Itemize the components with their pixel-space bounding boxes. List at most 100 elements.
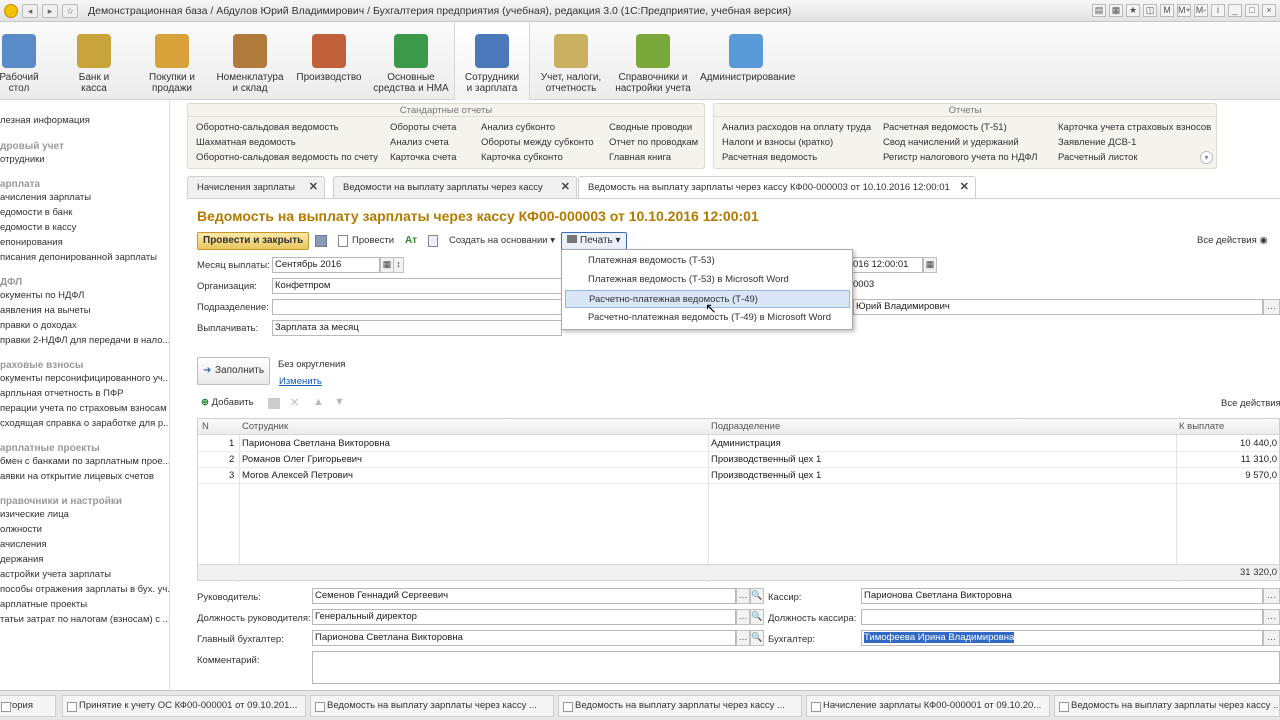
sidebar-item[interactable]: пособы отражения зарплаты в бух. уч... <box>0 582 169 597</box>
date-field[interactable]: 016 12:00:01 <box>851 257 923 273</box>
table-all-actions-button[interactable]: Все действия <box>1221 398 1280 409</box>
sidebar-item[interactable]: арпльная отчетность в ПФР <box>0 386 169 401</box>
search-icon[interactable]: 🔍 <box>750 609 764 625</box>
sidebar-item[interactable]: окументы по НДФЛ <box>0 288 169 303</box>
report-link[interactable]: Карточка счета <box>390 152 457 163</box>
cashier-field[interactable]: Парионова Светлана Викторовна <box>861 588 1263 604</box>
chief-accountant-field[interactable]: Парионова Светлана Викторовна <box>312 630 736 646</box>
tool-icon[interactable]: ◫ <box>1143 4 1157 17</box>
report-link[interactable]: Шахматная ведомость <box>196 137 296 148</box>
department-field[interactable] <box>272 299 562 315</box>
sidebar-item[interactable]: писания депонированной зарплаты <box>0 250 169 265</box>
tab-cash-statements[interactable]: Ведомости на выплату зарплаты через касс… <box>333 176 577 198</box>
move-up-icon[interactable]: ▲ <box>313 396 324 408</box>
taskbar-window[interactable]: Ведомость на выплату зарплаты через касс… <box>1054 695 1280 717</box>
tool-icon[interactable]: ▤ <box>1092 4 1106 17</box>
taskbar-window[interactable]: Принятие к учету ОС КФ00-000001 от 09.10… <box>62 695 306 717</box>
month-field[interactable]: Сентябрь 2016 <box>272 257 380 273</box>
report-link[interactable]: Карточка учета страховых взносов <box>1058 122 1211 133</box>
taskbar-window[interactable]: Начисление зарплаты КФ00-000001 от 09.10… <box>806 695 1050 717</box>
column-header[interactable]: К выплате <box>1179 421 1224 432</box>
column-header[interactable]: Сотрудник <box>242 421 288 432</box>
report-link[interactable]: Обороты счета <box>390 122 456 133</box>
column-header[interactable]: Подразделение <box>711 421 780 432</box>
sidebar-item[interactable]: держания <box>0 552 169 567</box>
tool-icon[interactable]: M+ <box>1177 4 1191 17</box>
post-button[interactable]: Провести <box>352 235 394 246</box>
search-icon[interactable]: 🔍 <box>750 588 764 604</box>
sidebar-item[interactable]: перации учета по страховым взносам <box>0 401 169 416</box>
sidebar-item[interactable]: бмен с банками по зарплатным прое... <box>0 454 169 469</box>
sidebar-item[interactable]: аявления на вычеты <box>0 303 169 318</box>
sidebar-item[interactable]: изические лица <box>0 507 169 522</box>
minimize-icon[interactable]: _ <box>1228 4 1242 17</box>
print-menu-item[interactable]: Платежная ведомость (Т-53) в Microsoft W… <box>565 271 850 289</box>
comment-field[interactable] <box>312 651 1280 684</box>
taskbar-history[interactable]: стория <box>0 695 56 717</box>
search-icon[interactable]: 🔍 <box>750 630 764 646</box>
print-button[interactable]: Печать ▾ <box>561 232 627 250</box>
delete-icon[interactable]: ✕ <box>290 396 299 409</box>
tool-icon[interactable]: M <box>1160 4 1174 17</box>
star-icon[interactable]: ☆ <box>62 3 78 18</box>
forward-icon[interactable]: ▸ <box>42 3 58 18</box>
report-link[interactable]: Заявление ДСВ-1 <box>1058 137 1136 148</box>
info-icon[interactable]: i <box>1211 4 1225 17</box>
report-link[interactable]: Анализ счета <box>390 137 449 148</box>
organization-field[interactable]: Конфетпром <box>272 278 562 294</box>
sidebar-item[interactable]: ачисления зарплаты <box>0 190 169 205</box>
sidebar-item[interactable]: аявки на открытие лицевых счетов <box>0 469 169 484</box>
section-bank[interactable]: Банк и касса <box>66 22 122 100</box>
maximize-icon[interactable]: □ <box>1245 4 1259 17</box>
head-field[interactable]: Семенов Геннадий Сергеевич <box>312 588 736 604</box>
move-down-icon[interactable]: ▼ <box>334 396 345 408</box>
select-icon[interactable]: … <box>1263 588 1280 604</box>
spin-icon[interactable]: ↕ <box>393 257 404 273</box>
print-menu-item[interactable]: Платежная ведомость (Т-53) <box>565 252 850 270</box>
sidebar-item[interactable]: лезная информация <box>0 113 169 128</box>
report-link[interactable]: Налоги и взносы (кратко) <box>722 137 833 148</box>
select-icon[interactable]: … <box>1263 630 1280 646</box>
sidebar-item[interactable]: правки о доходах <box>0 318 169 333</box>
create-based-on-button[interactable]: Создать на основании ▾ <box>449 235 555 246</box>
sidebar-item[interactable]: едомости в банк <box>0 205 169 220</box>
sidebar-item[interactable]: астройки учета зарплаты <box>0 567 169 582</box>
tool-icon[interactable]: ★ <box>1126 4 1140 17</box>
table-row[interactable]: 1 Парионова Светлана Викторовна Админист… <box>198 436 1279 452</box>
report-icon[interactable] <box>428 235 438 247</box>
sidebar-item[interactable]: арплатные проекты <box>0 597 169 612</box>
report-link[interactable]: Расчетная ведомость (Т-51) <box>883 122 1007 133</box>
sidebar-item[interactable]: татьи затрат по налогам (взносам) с ... <box>0 612 169 627</box>
select-icon[interactable]: … <box>1263 299 1280 315</box>
report-link[interactable]: Оборотно-сальдовая ведомость по счету <box>196 152 378 163</box>
close-icon[interactable]: × <box>1262 4 1276 17</box>
calendar-icon[interactable]: ▦ <box>380 257 394 273</box>
close-tab-icon[interactable]: ✕ <box>960 177 969 198</box>
sidebar-item[interactable]: епонирования <box>0 235 169 250</box>
calendar-icon[interactable]: ▦ <box>923 257 937 273</box>
report-link[interactable]: Регистр налогового учета по НДФЛ <box>883 152 1038 163</box>
section-desktop[interactable]: Рабочий стол <box>0 22 46 100</box>
add-row-button[interactable]: ⊕ Добавить <box>201 397 254 408</box>
report-link[interactable]: Главная книга <box>609 152 671 163</box>
number-field[interactable]: 0003 <box>851 278 951 294</box>
change-link[interactable]: Изменить <box>279 376 322 387</box>
taskbar-window[interactable]: Ведомость на выплату зарплаты через касс… <box>558 695 802 717</box>
report-link[interactable]: Отчет по проводкам <box>609 137 698 148</box>
section-references[interactable]: Справочники и настройки учета <box>612 22 694 100</box>
section-production[interactable]: Производство <box>294 22 364 100</box>
accountant-field[interactable]: Тимофеева Ирина Владимировна <box>861 630 1263 646</box>
tool-icon[interactable]: M- <box>1194 4 1208 17</box>
section-admin[interactable]: Администрирование <box>700 22 795 100</box>
expand-icon[interactable]: ▾ <box>1200 151 1213 164</box>
responsible-field[interactable]: Юрий Владимирович <box>853 299 1263 315</box>
head-position-field[interactable]: Генеральный директор <box>312 609 736 625</box>
column-header[interactable]: N <box>202 421 209 432</box>
report-link[interactable]: Карточка субконто <box>481 152 563 163</box>
close-tab-icon[interactable]: ✕ <box>309 177 318 198</box>
sidebar-item[interactable]: отрудники <box>0 152 169 167</box>
save-icon[interactable] <box>315 235 327 247</box>
report-link[interactable]: Анализ расходов на оплату труда <box>722 122 871 133</box>
section-employees[interactable]: Сотрудники и зарплата <box>454 22 530 100</box>
taskbar-window[interactable]: Ведомость на выплату зарплаты через касс… <box>310 695 554 717</box>
